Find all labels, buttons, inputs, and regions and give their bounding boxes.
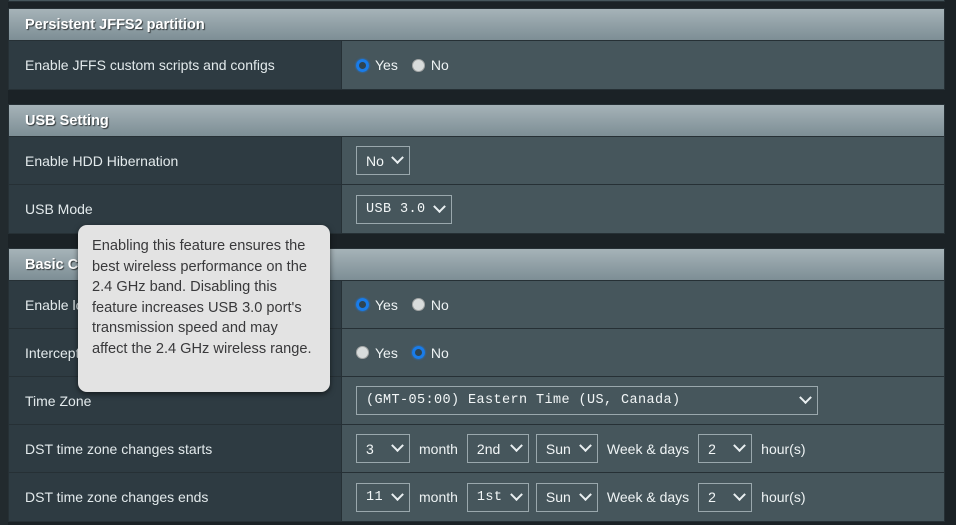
row-enable-jffs: Enable JFFS custom scripts and configs Y… xyxy=(9,41,944,89)
radio-option-yes[interactable]: Yes xyxy=(356,57,398,73)
radio-icon-yes[interactable] xyxy=(356,346,369,359)
select-dst-start-week[interactable]: 2nd xyxy=(466,434,529,463)
radio-label-yes: Yes xyxy=(375,296,398,313)
chevron-down-icon xyxy=(799,391,812,405)
row-hdd-hibernation: Enable HDD Hibernation No xyxy=(9,137,944,185)
row-label: Enable JFFS custom scripts and configs xyxy=(9,41,342,89)
row-dst-start: DST time zone changes starts 3 month 2nd… xyxy=(9,425,944,473)
chevron-down-icon xyxy=(391,151,404,165)
right-gutter xyxy=(945,0,956,525)
chevron-down-icon xyxy=(579,439,592,453)
radio-group-intercept: Yes No xyxy=(356,345,449,361)
dst-start-week-text: Week & days xyxy=(606,440,690,457)
row-value: USB 3.0 xyxy=(342,185,944,233)
radio-option-yes[interactable]: Yes xyxy=(356,297,398,313)
section-title-jffs: Persistent JFFS2 partition xyxy=(9,9,944,41)
radio-icon-no[interactable] xyxy=(411,58,425,72)
row-value: 11 month 1st Sun Week & days 2 hour(s) xyxy=(342,473,944,521)
dst-start-month-text: month xyxy=(419,440,458,457)
dst-end-hour-text: hour(s) xyxy=(761,489,806,505)
select-dst-end-day[interactable]: Sun xyxy=(535,482,598,512)
row-value: Yes No xyxy=(342,281,944,328)
radio-icon-no[interactable] xyxy=(411,346,425,359)
select-value: 2 xyxy=(708,489,716,505)
select-value: USB 3.0 xyxy=(366,201,426,217)
radio-icon-yes[interactable] xyxy=(356,58,369,72)
radio-label-no: No xyxy=(430,296,449,313)
select-time-zone[interactable]: (GMT-05:00) Eastern Time (US, Canada) xyxy=(356,386,818,415)
select-value: 2nd xyxy=(476,440,501,457)
select-value: 3 xyxy=(366,440,374,457)
select-value: 1st xyxy=(476,489,503,505)
row-label: Enable HDD Hibernation xyxy=(9,137,342,184)
row-label: DST time zone changes starts xyxy=(9,425,342,472)
chevron-down-icon xyxy=(579,487,592,501)
row-dst-end: DST time zone changes ends 11 month 1st … xyxy=(9,473,944,521)
select-dst-end-week[interactable]: 1st xyxy=(466,482,529,512)
radio-label-yes: Yes xyxy=(375,57,398,73)
select-dst-start-day[interactable]: Sun xyxy=(535,434,598,463)
chevron-down-icon xyxy=(510,487,523,501)
radio-option-no[interactable]: No xyxy=(411,57,449,73)
select-hdd-hibernation[interactable]: No xyxy=(356,146,410,175)
radio-option-yes[interactable]: Yes xyxy=(356,345,398,361)
chevron-down-icon xyxy=(510,439,523,453)
dst-end-month-text: month xyxy=(419,489,458,505)
dst-start-hour-text: hour(s) xyxy=(761,440,806,457)
row-value: Yes No xyxy=(342,329,944,376)
left-gutter xyxy=(0,0,8,525)
section-title-usb: USB Setting xyxy=(9,105,944,137)
radio-icon-no[interactable] xyxy=(411,298,425,311)
select-dst-start-month[interactable]: 3 xyxy=(356,434,410,463)
row-value: Yes No xyxy=(342,41,944,89)
select-usb-mode[interactable]: USB 3.0 xyxy=(356,194,452,224)
radio-label-yes: Yes xyxy=(375,344,398,361)
select-value: 2 xyxy=(708,440,716,457)
row-value: 3 month 2nd Sun Week & days 2 hour(s) xyxy=(342,425,944,472)
select-dst-end-month[interactable]: 11 xyxy=(356,482,410,512)
select-value: 11 xyxy=(366,489,384,505)
select-value: Sun xyxy=(545,489,571,505)
select-value: No xyxy=(366,152,384,169)
section-jffs: Persistent JFFS2 partition Enable JFFS c… xyxy=(8,8,945,90)
chevron-down-icon xyxy=(432,199,446,213)
row-value: (GMT-05:00) Eastern Time (US, Canada) xyxy=(342,377,944,424)
select-dst-start-hour[interactable]: 2 xyxy=(698,434,753,463)
panel-above-partial xyxy=(8,0,945,2)
chevron-down-icon xyxy=(733,439,747,453)
row-value: No xyxy=(342,137,944,184)
dst-end-week-text: Week & days xyxy=(606,489,690,505)
radio-icon-yes[interactable] xyxy=(356,298,369,311)
select-value: Sun xyxy=(545,440,571,457)
radio-option-no[interactable]: No xyxy=(411,296,449,313)
radio-label-no: No xyxy=(430,344,449,361)
section-usb: USB Setting Enable HDD Hibernation No US… xyxy=(8,104,945,234)
tooltip-usb-mode: Enabling this feature ensures the best w… xyxy=(78,225,330,392)
chevron-down-icon xyxy=(391,487,404,501)
radio-group-enable-jffs: Yes No xyxy=(356,57,449,73)
radio-group-enable-location: Yes No xyxy=(356,297,449,313)
settings-page: Persistent JFFS2 partition Enable JFFS c… xyxy=(0,0,956,525)
select-dst-end-hour[interactable]: 2 xyxy=(698,482,753,512)
radio-option-no[interactable]: No xyxy=(411,344,449,361)
chevron-down-icon xyxy=(391,439,404,453)
select-value: (GMT-05:00) Eastern Time (US, Canada) xyxy=(366,393,681,408)
radio-label-no: No xyxy=(430,57,449,73)
row-label: DST time zone changes ends xyxy=(9,473,342,521)
chevron-down-icon xyxy=(733,487,747,501)
